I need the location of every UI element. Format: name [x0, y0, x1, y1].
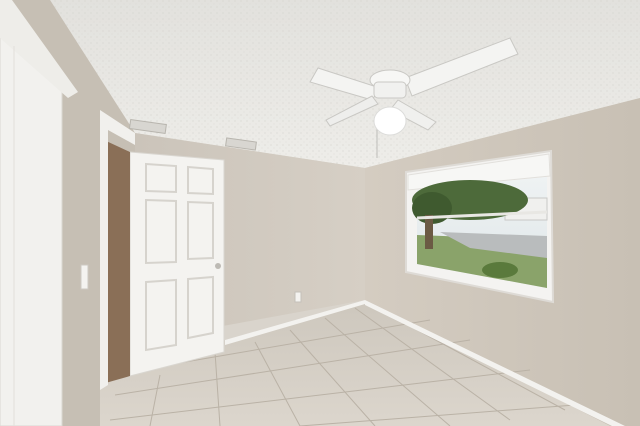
- room-photo: [0, 0, 640, 426]
- tree-trunk: [425, 215, 433, 249]
- electrical-outlet: [294, 291, 302, 303]
- shrub: [482, 262, 518, 278]
- door-knob: [215, 263, 221, 269]
- white-panel-door: [129, 151, 225, 377]
- light-switch: [80, 264, 89, 290]
- ceiling-light: [373, 106, 407, 136]
